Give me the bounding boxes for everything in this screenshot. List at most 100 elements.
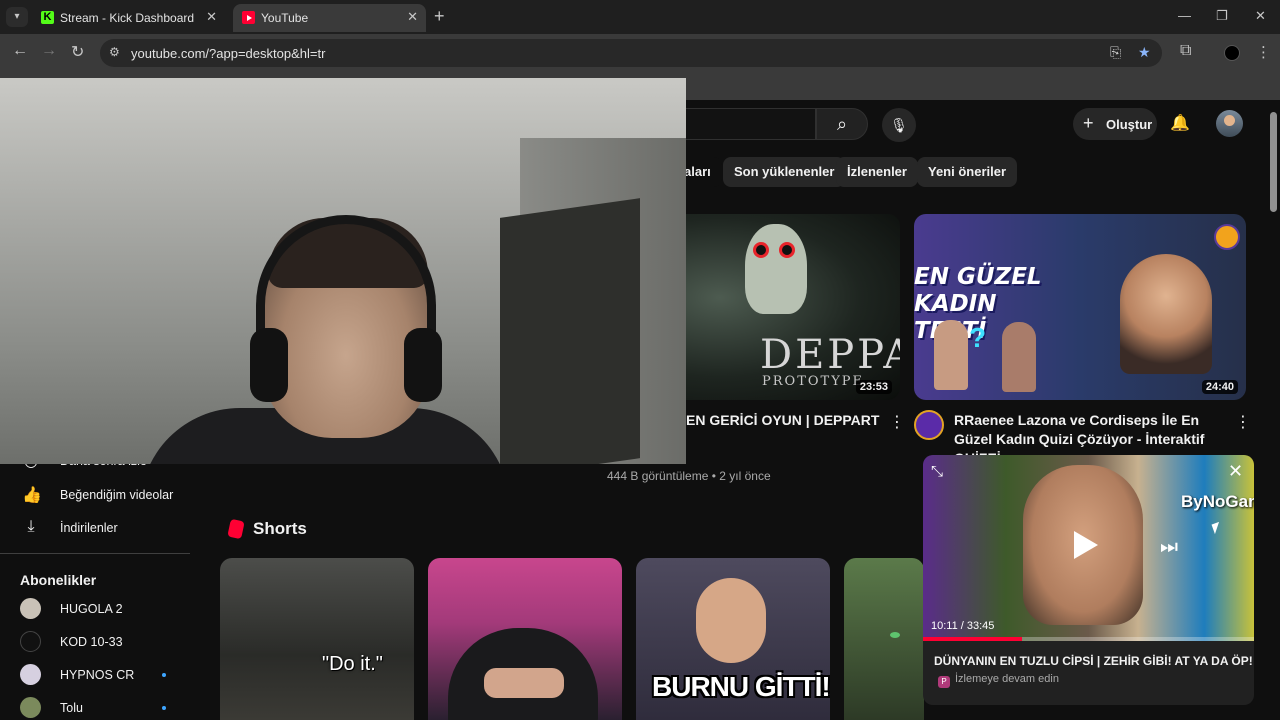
subscription-item[interactable]: HUGOLA 2 (0, 593, 190, 627)
video-duration: 23:53 (855, 380, 892, 394)
tab-title: Stream - Kick Dashboard (60, 11, 195, 25)
shorts-card[interactable]: "Do it." (220, 558, 414, 720)
new-content-dot (162, 673, 166, 677)
next-icon[interactable]: ⏭ (1160, 536, 1178, 559)
question-mark-icon: ? (969, 322, 987, 353)
headphones-cup (404, 328, 442, 402)
tab-close-icon[interactable]: ✕ (206, 9, 217, 25)
subscription-name: HYPNOS CR (60, 668, 135, 682)
sidebar-divider (0, 553, 190, 554)
shorts-detail (890, 632, 900, 638)
subscription-item[interactable]: Tolu (0, 692, 190, 720)
sidebar-item-label: Beğendiğim videolar (60, 488, 174, 502)
address-bar[interactable]: ⚙ youtube.com/?app=desktop&hl=tr ⎘ ★ (100, 39, 1162, 67)
screen: ▾ K Stream - Kick Dashboard ✕ YouTube ✕ … (0, 0, 1280, 720)
microphone-icon[interactable]: 🎙 (882, 108, 916, 142)
subscription-item[interactable]: HYPNOS CR (0, 659, 190, 693)
bookmark-star-icon[interactable]: ★ (1138, 44, 1151, 61)
browser-menu-icon[interactable]: ⋮ (1256, 43, 1271, 61)
browser-toolbar: ← → ↻ ⚙ youtube.com/?app=desktop&hl=tr ⎘… (0, 34, 1280, 72)
sidebar-item-downloads[interactable]: ⤓ İndirilenler (0, 511, 190, 545)
chip-recently-uploaded[interactable]: Son yüklenenler (723, 157, 846, 187)
subscriptions-heading[interactable]: Abonelikler (20, 572, 96, 588)
window-close-icon[interactable]: ✕ (1255, 8, 1266, 24)
video-duration: 24:40 (1201, 380, 1238, 394)
progress-fill (923, 637, 1023, 641)
site-settings-icon[interactable]: ⚙ (109, 45, 120, 59)
shorts-caption: "Do it." (322, 653, 383, 675)
subscription-name: HUGOLA 2 (60, 602, 123, 616)
miniplayer-title[interactable]: DÜNYANIN EN TUZLU CİPSİ | ZEHİR GİBİ! AT… (934, 654, 1253, 668)
shorts-icon (227, 518, 245, 540)
shorts-person (696, 578, 766, 663)
tab-close-icon[interactable]: ✕ (407, 9, 418, 25)
cast-icon[interactable]: ⎘ (1110, 44, 1121, 61)
scrollbar-thumb[interactable] (1270, 112, 1277, 212)
sidebar-item-label: İndirilenler (60, 521, 118, 535)
chip-watched[interactable]: İzlenenler (836, 157, 918, 187)
shorts-caption: BURNU GİTTİ! (652, 671, 830, 702)
webcam-overlay (0, 78, 686, 464)
forward-arrow-icon[interactable]: → (41, 42, 57, 60)
shorts-person (448, 628, 598, 720)
miniplayer-video[interactable]: ⤡ ✕ ByNoGame ⏭ 10:11 / 33:45 (923, 455, 1254, 641)
creature-eye (779, 242, 795, 258)
miniplayer[interactable]: ⤡ ✕ ByNoGame ⏭ 10:11 / 33:45 DÜNYANIN EN… (923, 455, 1254, 705)
browser-profile-icon[interactable] (1224, 45, 1240, 61)
channel-avatar[interactable] (914, 410, 944, 440)
youtube-favicon-icon (242, 11, 255, 24)
back-arrow-icon[interactable]: ← (12, 42, 28, 60)
shorts-card[interactable] (844, 558, 924, 720)
reload-icon[interactable]: ↻ (71, 42, 84, 62)
channel-avatar (20, 664, 41, 685)
channel-badge-icon (1214, 224, 1240, 250)
subscription-item[interactable]: KOD 10-33 (0, 626, 190, 660)
search-icon[interactable]: ⌕ (816, 108, 868, 140)
video-thumbnail[interactable]: EN GÜZEL KADIN TESTİ ? 24:40 (914, 214, 1246, 400)
account-avatar[interactable] (1216, 110, 1243, 137)
play-icon[interactable] (1074, 531, 1098, 559)
tab-youtube[interactable]: YouTube ✕ (233, 4, 426, 32)
webcam-background (500, 198, 640, 464)
thumbnail-person (934, 320, 968, 390)
extensions-icon[interactable]: ⧉ (1180, 42, 1191, 60)
channel-avatar (20, 631, 41, 652)
url-text[interactable]: youtube.com/?app=desktop&hl=tr (131, 46, 325, 61)
continue-watching-label: İzlemeye devam edin (955, 673, 1059, 685)
miniplayer-subtitle: P İzlemeye devam edin (938, 673, 1059, 688)
playback-time: 10:11 / 33:45 (931, 620, 995, 632)
thumbnail-person (1002, 322, 1036, 392)
minimize-icon[interactable]: — (1178, 8, 1191, 23)
channel-avatar (20, 697, 41, 718)
channel-avatar (20, 598, 41, 619)
restore-icon[interactable]: ❐ (1216, 8, 1228, 24)
tab-search-chevron-icon[interactable]: ▾ (6, 7, 28, 27)
tab-kick-dashboard[interactable]: K Stream - Kick Dashboard ✕ (32, 4, 225, 32)
tab-title: YouTube (261, 11, 309, 25)
expand-icon[interactable]: ⤡ (931, 463, 943, 480)
shorts-card[interactable] (428, 558, 622, 720)
close-icon[interactable]: ✕ (1228, 461, 1243, 482)
thumbnail-creature (745, 224, 807, 314)
progress-bar[interactable] (923, 637, 1254, 641)
notifications-bell-icon[interactable]: 🔔 (1170, 113, 1190, 133)
plus-icon: + (1083, 113, 1094, 133)
thumbnail-title: DEPPART (760, 332, 900, 378)
video-title[interactable]: EN GERİCİ OYUN | DEPPART (686, 411, 886, 430)
subscription-name: Tolu (60, 701, 83, 715)
new-tab-icon[interactable]: + (434, 6, 445, 27)
more-actions-icon[interactable]: ⋮ (1235, 412, 1251, 432)
chip-new-to-you[interactable]: Yeni öneriler (917, 157, 1018, 187)
kick-favicon-icon: K (41, 11, 54, 24)
sidebar-item-liked-videos[interactable]: 👍 Beğendiğim videolar (0, 478, 190, 512)
shorts-card[interactable]: BURNU GİTTİ! (636, 558, 830, 720)
creature-eye (753, 242, 769, 258)
new-content-dot (162, 706, 166, 710)
thumbs-up-icon: 👍 (22, 487, 42, 504)
brand-overlay: ByNoGame (1181, 492, 1254, 511)
playlist-icon: P (938, 676, 950, 688)
create-button[interactable]: + Oluştur (1073, 108, 1157, 140)
subscription-name: KOD 10-33 (60, 635, 123, 649)
more-actions-icon[interactable]: ⋮ (889, 412, 905, 432)
shorts-heading: Shorts (253, 519, 307, 538)
